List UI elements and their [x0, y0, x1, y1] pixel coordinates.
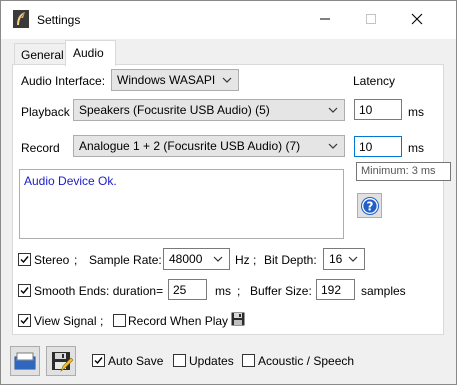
tab-general[interactable]: General [14, 43, 66, 64]
hz-label: Hz ; [235, 253, 257, 267]
folder-icon [14, 351, 36, 374]
record-when-play-checkbox[interactable] [113, 314, 126, 327]
sample-rate-label: Sample Rate: [89, 253, 162, 267]
playback-device-select[interactable]: Speakers (Focusrite USB Audio) (5) [73, 99, 345, 121]
separator-text: ; [237, 284, 241, 298]
bit-depth-value: 16 [329, 252, 343, 266]
app-feather-icon [13, 10, 29, 28]
auto-save-label: Auto Save [108, 354, 164, 368]
record-latency-value: 10 [359, 140, 373, 154]
playback-latency-input[interactable]: 10 [354, 99, 402, 120]
tab-audio-label: Audio [73, 46, 104, 60]
save-edit-icon [51, 351, 74, 376]
audio-interface-value: Windows WASAPI [117, 73, 216, 87]
record-label: Record [21, 141, 60, 155]
updates-checkbox[interactable] [173, 354, 186, 367]
status-text: Audio Device Ok. [24, 174, 117, 188]
minimize-button[interactable] [302, 1, 348, 37]
smooth-duration-unit: ms [215, 284, 231, 298]
separator-text: ; [74, 253, 78, 267]
bit-depth-select[interactable]: 16 [323, 248, 365, 270]
record-device-select[interactable]: Analogue 1 + 2 (Focusrite USB Audio) (7) [73, 135, 345, 157]
smooth-ends-checkbox[interactable] [18, 284, 31, 297]
smooth-duration-input[interactable]: 25 [168, 279, 207, 300]
save-disk-icon[interactable] [231, 312, 245, 329]
acoustic-speech-checkbox[interactable] [242, 354, 255, 367]
record-latency-unit: ms [408, 141, 424, 155]
smooth-duration-value: 25 [173, 283, 187, 297]
audio-interface-label: Audio Interface: [21, 74, 106, 88]
playback-label: Playback [21, 105, 70, 119]
view-signal-checkbox[interactable] [18, 314, 31, 327]
open-folder-button[interactable] [10, 346, 40, 376]
record-latency-input[interactable]: 10 [354, 136, 402, 157]
title-bar[interactable]: Settings [1, 1, 456, 39]
bit-depth-label: Bit Depth: [264, 253, 317, 267]
tab-general-label: General [21, 48, 64, 62]
acoustic-speech-label: Acoustic / Speech [258, 354, 355, 368]
smooth-ends-label: Smooth Ends: duration= [34, 284, 164, 298]
window-title: Settings [37, 13, 81, 27]
svg-text:?: ? [367, 200, 374, 214]
stereo-checkbox[interactable] [18, 253, 31, 266]
help-button[interactable]: ? [357, 193, 382, 218]
status-box: Audio Device Ok. [19, 169, 344, 239]
latency-header: Latency [353, 74, 396, 88]
maximize-button [348, 1, 394, 37]
latency-tooltip: Minimum: 3 ms [356, 162, 451, 181]
chevron-down-icon [348, 253, 358, 267]
auto-save-checkbox[interactable] [92, 354, 105, 367]
buffer-size-unit: samples [361, 284, 406, 298]
stereo-label: Stereo [34, 253, 70, 267]
record-device-value: Analogue 1 + 2 (Focusrite USB Audio) (7) [79, 139, 301, 153]
chevron-down-icon [328, 140, 338, 154]
playback-latency-value: 10 [359, 103, 373, 117]
help-icon: ? [360, 196, 380, 219]
buffer-size-label: Buffer Size: [250, 284, 312, 298]
view-signal-label: View Signal [34, 314, 97, 328]
audio-interface-select[interactable]: Windows WASAPI [111, 69, 239, 91]
chevron-down-icon [213, 253, 223, 267]
buffer-size-value: 192 [321, 283, 342, 297]
save-edit-button[interactable] [46, 346, 76, 376]
sample-rate-value: 48000 [169, 252, 203, 266]
chevron-down-icon [328, 104, 338, 118]
tab-audio[interactable]: Audio [65, 40, 116, 66]
sample-rate-select[interactable]: 48000 [163, 248, 230, 270]
chevron-down-icon [222, 74, 232, 88]
close-button[interactable] [394, 1, 440, 37]
separator-text: ; [100, 314, 104, 328]
record-when-play-label: Record When Play [128, 314, 229, 328]
updates-label: Updates [189, 354, 234, 368]
playback-device-value: Speakers (Focusrite USB Audio) (5) [79, 103, 270, 117]
settings-window: Settings General Audio Audio Interface: … [0, 0, 457, 385]
tooltip-text: Minimum: 3 ms [361, 165, 436, 177]
buffer-size-input[interactable]: 192 [316, 279, 355, 300]
playback-latency-unit: ms [408, 105, 424, 119]
